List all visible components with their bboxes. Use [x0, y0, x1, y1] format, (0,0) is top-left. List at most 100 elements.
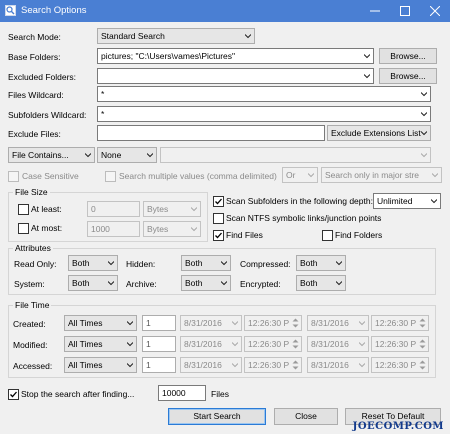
accessed-date1-picker[interactable]: 8/31/2016: [180, 357, 242, 373]
modified-date1-picker[interactable]: 8/31/2016: [180, 336, 242, 352]
subfolders-wildcard-input[interactable]: *: [97, 106, 431, 122]
archive-select[interactable]: Both: [181, 275, 231, 291]
encrypted-select[interactable]: Both: [296, 275, 346, 291]
contains-mode-select[interactable]: File Contains...: [8, 147, 95, 163]
case-sensitive-checkbox[interactable]: [8, 171, 19, 182]
close-icon: [429, 5, 441, 17]
window-title: Search Options: [21, 5, 87, 16]
ntfs-links-label: Scan NTFS symbolic links/junction points: [226, 213, 382, 223]
minimize-button[interactable]: [360, 0, 390, 22]
chevron-down-icon: [232, 363, 238, 368]
at-least-unit-select[interactable]: Bytes: [143, 201, 201, 217]
created-count-input[interactable]: 1: [142, 315, 176, 331]
excluded-folders-label: Excluded Folders:: [8, 72, 77, 82]
modified-mode-value: All Times: [68, 339, 103, 349]
multiple-values-checkbox[interactable]: [105, 171, 116, 182]
stop-after-unit: Files: [211, 389, 229, 399]
base-folders-input[interactable]: pictures; "C:\Users\vames\Pictures": [97, 48, 374, 64]
archive-label: Archive:: [126, 279, 157, 289]
checkmark-icon: [10, 391, 17, 398]
scan-depth-label: Scan Subfolders in the following depth:: [226, 196, 373, 206]
chevron-down-icon: [359, 363, 365, 368]
accessed-time1-value: 12:26:30 P: [248, 360, 290, 370]
compressed-label: Compressed:: [240, 259, 291, 269]
exclude-extensions-select[interactable]: Exclude Extensions List: [327, 125, 431, 141]
modified-time1-input[interactable]: 12:26:30 P: [244, 336, 302, 352]
encrypted-label: Encrypted:: [240, 279, 281, 289]
created-date1-picker[interactable]: 8/31/2016: [180, 315, 242, 331]
spinner-icon: [419, 339, 426, 349]
exclude-files-input[interactable]: [97, 125, 325, 141]
chevron-down-icon: [432, 173, 438, 178]
at-least-input[interactable]: 0: [87, 201, 140, 217]
find-folders-checkbox[interactable]: [322, 230, 333, 241]
ntfs-links-checkbox[interactable]: [213, 213, 224, 224]
maximize-button[interactable]: [390, 0, 420, 22]
encoding-select[interactable]: None: [97, 147, 157, 163]
accessed-date2-picker[interactable]: 8/31/2016: [307, 357, 369, 373]
system-select[interactable]: Both: [68, 275, 118, 291]
stop-after-label: Stop the search after finding...: [21, 389, 135, 399]
accessed-time2-value: 12:26:30 P: [375, 360, 417, 370]
accessed-time1-input[interactable]: 12:26:30 P: [244, 357, 302, 373]
at-least-checkbox[interactable]: [18, 204, 29, 215]
modified-count-input[interactable]: 1: [142, 336, 176, 352]
modified-date1-value: 8/31/2016: [184, 339, 222, 349]
case-sensitive-label: Case Sensitive: [22, 171, 79, 181]
scan-depth-checkbox[interactable]: [213, 196, 224, 207]
created-date1-value: 8/31/2016: [184, 318, 222, 328]
modified-time1-value: 12:26:30 P: [248, 339, 290, 349]
read-only-select[interactable]: Both: [68, 255, 118, 271]
at-most-unit-select[interactable]: Bytes: [143, 221, 201, 237]
file-size-title: File Size: [13, 187, 50, 197]
find-folders-label: Find Folders: [335, 230, 383, 240]
excluded-folders-input[interactable]: [97, 68, 374, 84]
chevron-down-icon: [108, 261, 114, 266]
read-only-label: Read Only:: [14, 259, 57, 269]
stop-after-checkbox[interactable]: [8, 389, 19, 400]
at-most-input[interactable]: 1000: [87, 221, 140, 237]
created-mode-value: All Times: [68, 318, 103, 328]
accessed-mode-select[interactable]: All Times: [64, 357, 137, 373]
created-time2-value: 12:26:30 P: [375, 318, 417, 328]
at-most-checkbox[interactable]: [18, 223, 29, 234]
modified-time2-input[interactable]: 12:26:30 P: [371, 336, 429, 352]
search-mode-select[interactable]: Standard Search: [97, 28, 255, 44]
created-mode-select[interactable]: All Times: [64, 315, 137, 331]
accessed-count-input[interactable]: 1: [142, 357, 176, 373]
modified-date2-picker[interactable]: 8/31/2016: [307, 336, 369, 352]
chevron-down-icon: [232, 321, 238, 326]
file-time-title: File Time: [13, 300, 52, 310]
created-time1-input[interactable]: 12:26:30 P: [244, 315, 302, 331]
hidden-select[interactable]: Both: [181, 255, 231, 271]
chevron-down-icon: [232, 342, 238, 347]
encrypted-value: Both: [300, 278, 318, 288]
accessed-time2-input[interactable]: 12:26:30 P: [371, 357, 429, 373]
scan-depth-value: Unlimited: [377, 196, 413, 206]
compressed-select[interactable]: Both: [296, 255, 346, 271]
spinner-icon: [419, 318, 426, 328]
chevron-down-icon: [336, 261, 342, 266]
base-folders-browse-button[interactable]: Browse...: [379, 48, 437, 64]
contains-text-input[interactable]: [160, 147, 431, 163]
multiple-values-op-select[interactable]: Or: [282, 167, 318, 183]
find-files-checkbox[interactable]: [213, 230, 224, 241]
stop-after-input[interactable]: 10000: [158, 385, 206, 401]
archive-value: Both: [185, 278, 203, 288]
modified-mode-select[interactable]: All Times: [64, 336, 137, 352]
created-time2-input[interactable]: 12:26:30 P: [371, 315, 429, 331]
excluded-folders-browse-button[interactable]: Browse...: [379, 68, 437, 84]
start-search-button[interactable]: Start Search: [168, 408, 266, 425]
search-app-icon: [5, 5, 16, 16]
close-button[interactable]: [420, 0, 450, 22]
chevron-down-icon: [127, 321, 133, 326]
spinner-icon: [419, 360, 426, 370]
chevron-down-icon: [359, 342, 365, 347]
modified-time2-value: 12:26:30 P: [375, 339, 417, 349]
close-dialog-button[interactable]: Close: [274, 408, 338, 425]
created-date2-picker[interactable]: 8/31/2016: [307, 315, 369, 331]
files-wildcard-input[interactable]: *: [97, 86, 431, 102]
scan-depth-select[interactable]: Unlimited: [373, 193, 441, 209]
search-scope-select[interactable]: Search only in major stre: [321, 167, 442, 183]
modified-label: Modified:: [13, 340, 48, 350]
